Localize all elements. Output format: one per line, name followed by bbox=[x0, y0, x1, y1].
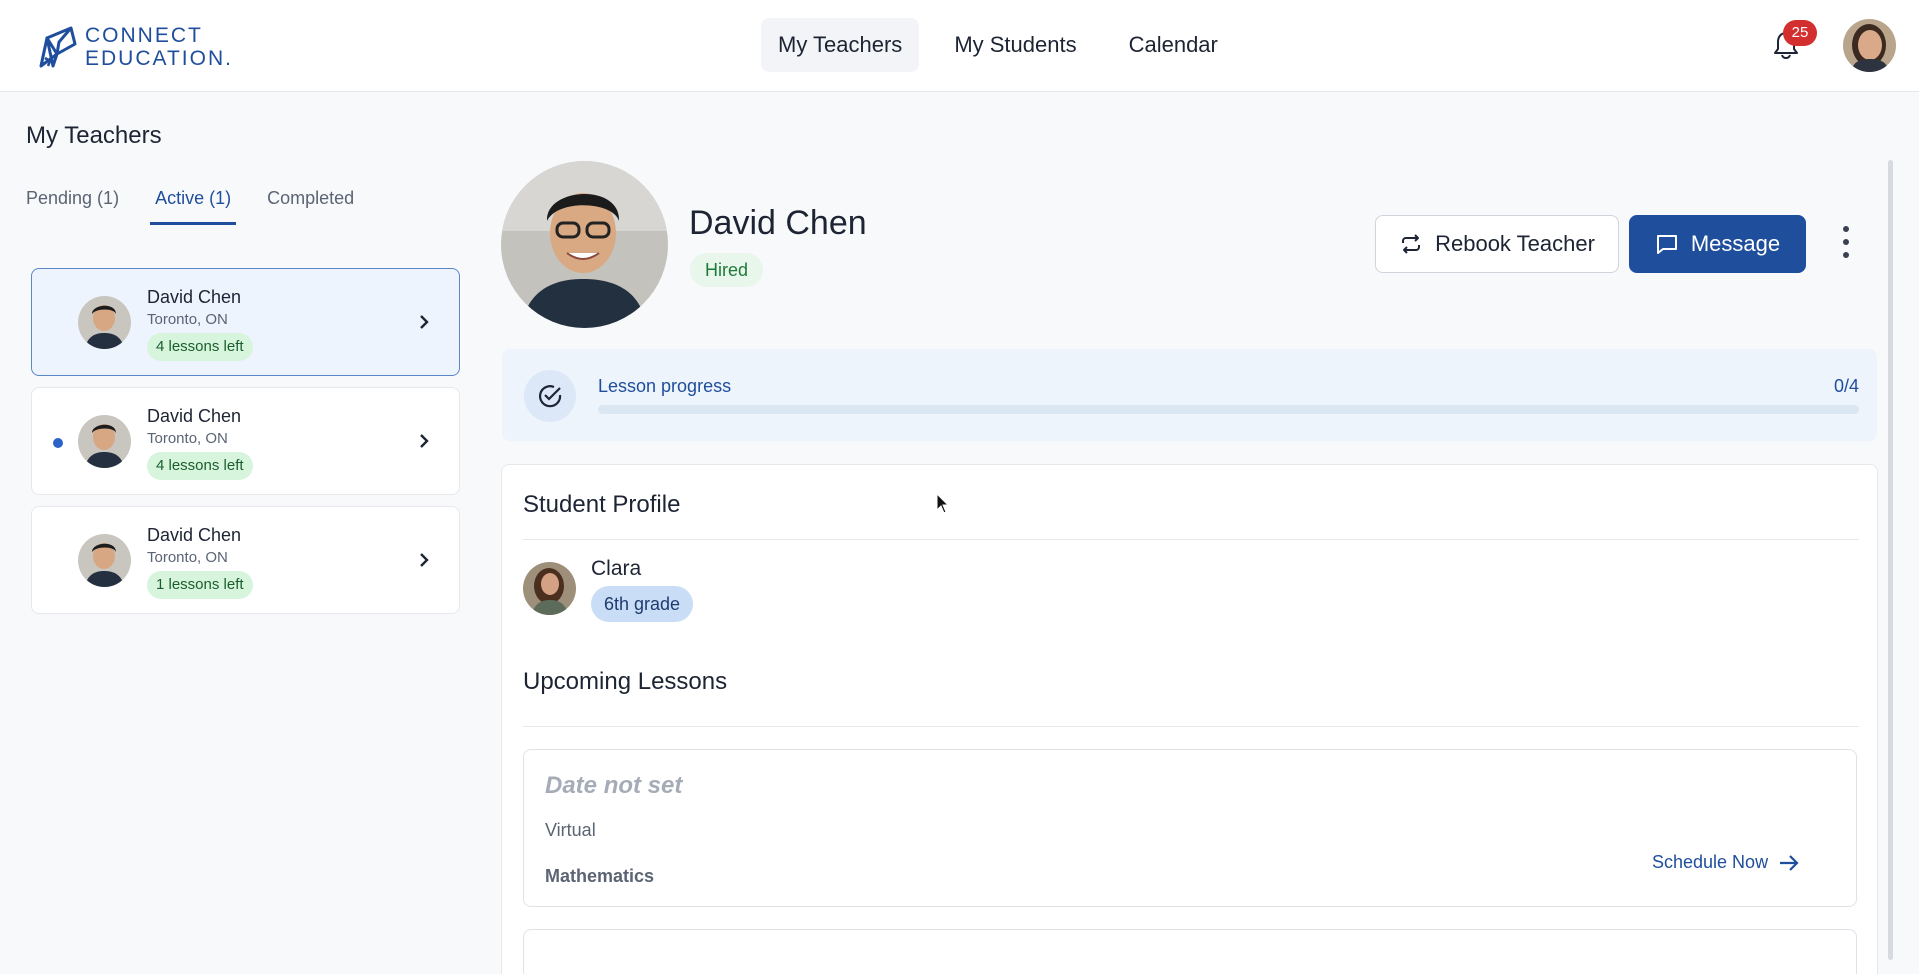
teacher-name: David Chen bbox=[147, 406, 242, 426]
progress-bar bbox=[598, 405, 1859, 414]
unread-dot bbox=[53, 438, 63, 448]
logo-text: CONNECT EDUCATION. bbox=[85, 24, 233, 70]
user-avatar[interactable] bbox=[1843, 19, 1896, 72]
teacher-card[interactable]: David Chen Toronto, ON 1 lessons left bbox=[31, 506, 460, 614]
student-name: Clara bbox=[591, 557, 642, 580]
teacher-card[interactable]: David Chen Toronto, ON 4 lessons left bbox=[31, 268, 460, 376]
schedule-now-label: Schedule Now bbox=[1652, 852, 1769, 872]
logo[interactable]: CONNECT EDUCATION. bbox=[37, 24, 233, 70]
student-avatar bbox=[523, 562, 576, 615]
teacher-location: Toronto, ON bbox=[147, 549, 228, 566]
tab-completed[interactable]: Completed bbox=[262, 178, 359, 225]
grade-badge: 6th grade bbox=[591, 586, 694, 622]
schedule-now-link[interactable]: Schedule Now bbox=[1652, 852, 1800, 873]
lessons-left-badge: 4 lessons left bbox=[147, 333, 253, 361]
lessons-left-badge: 1 lessons left bbox=[147, 571, 253, 599]
chevron-right-icon bbox=[420, 553, 429, 567]
nav-my-students[interactable]: My Students bbox=[937, 18, 1093, 72]
student-profile-title: Student Profile bbox=[523, 491, 681, 518]
divider bbox=[523, 726, 1859, 727]
teacher-location: Toronto, ON bbox=[147, 430, 228, 447]
teacher-tabs: Pending (1) Active (1) Completed bbox=[26, 178, 385, 225]
teacher-avatar bbox=[78, 415, 131, 468]
arrow-right-icon bbox=[1780, 854, 1799, 871]
upcoming-lessons-title: Upcoming Lessons bbox=[523, 668, 728, 695]
message-label: Message bbox=[1690, 231, 1781, 256]
top-navbar: CONNECT EDUCATION. My Teachers My Studen… bbox=[0, 0, 1919, 92]
rebook-teacher-button[interactable]: Rebook Teacher bbox=[1375, 215, 1619, 273]
lesson-date: Date not set bbox=[545, 772, 683, 799]
lesson-subject: Mathematics bbox=[545, 866, 655, 886]
lesson-card: Date not set Virtual Mathematics Schedul… bbox=[523, 749, 1857, 907]
lesson-progress-value: 0/4 bbox=[1833, 376, 1859, 396]
divider bbox=[523, 539, 1859, 540]
message-button[interactable]: Message bbox=[1629, 215, 1806, 273]
mouse-cursor-icon bbox=[936, 493, 950, 514]
teacher-name: David Chen bbox=[147, 287, 242, 307]
scrollbar[interactable] bbox=[1888, 160, 1893, 960]
lesson-mode: Virtual bbox=[545, 820, 596, 840]
logo-icon bbox=[39, 26, 77, 68]
chevron-right-icon bbox=[420, 434, 429, 448]
teacher-card[interactable]: David Chen Toronto, ON 4 lessons left bbox=[31, 387, 460, 495]
teacher-location: Toronto, ON bbox=[147, 311, 228, 328]
student-profile-panel: Student Profile Clara 6th grade Upcoming… bbox=[501, 464, 1878, 974]
teacher-name: David Chen bbox=[147, 525, 242, 545]
more-options-icon[interactable] bbox=[1836, 224, 1856, 264]
rebook-teacher-label: Rebook Teacher bbox=[1435, 231, 1595, 256]
logo-line-2: EDUCATION. bbox=[85, 47, 233, 70]
teacher-avatar bbox=[78, 534, 131, 587]
nav-my-teachers[interactable]: My Teachers bbox=[761, 18, 920, 72]
teacher-photo bbox=[501, 161, 668, 328]
lesson-card bbox=[523, 929, 1857, 974]
tab-active[interactable]: Active (1) bbox=[150, 178, 237, 225]
lessons-left-badge: 4 lessons left bbox=[147, 452, 253, 480]
notification-badge: 25 bbox=[1783, 20, 1817, 46]
chevron-right-icon bbox=[420, 315, 429, 329]
status-badge: Hired bbox=[690, 253, 764, 287]
lesson-progress-label: Lesson progress bbox=[598, 376, 732, 396]
teacher-name-heading: David Chen bbox=[689, 204, 867, 242]
repeat-icon bbox=[1402, 234, 1421, 254]
logo-line-1: CONNECT bbox=[85, 24, 203, 47]
progress-check-icon bbox=[524, 370, 576, 422]
teacher-avatar bbox=[78, 296, 131, 349]
lesson-progress-card: Lesson progress 0/4 bbox=[502, 349, 1877, 441]
chat-icon bbox=[1656, 235, 1677, 254]
nav-calendar[interactable]: Calendar bbox=[1112, 18, 1235, 72]
tab-pending[interactable]: Pending (1) bbox=[21, 178, 124, 225]
page-title: My Teachers bbox=[26, 122, 162, 149]
main-nav: My Teachers My Students Calendar bbox=[761, 18, 1253, 72]
